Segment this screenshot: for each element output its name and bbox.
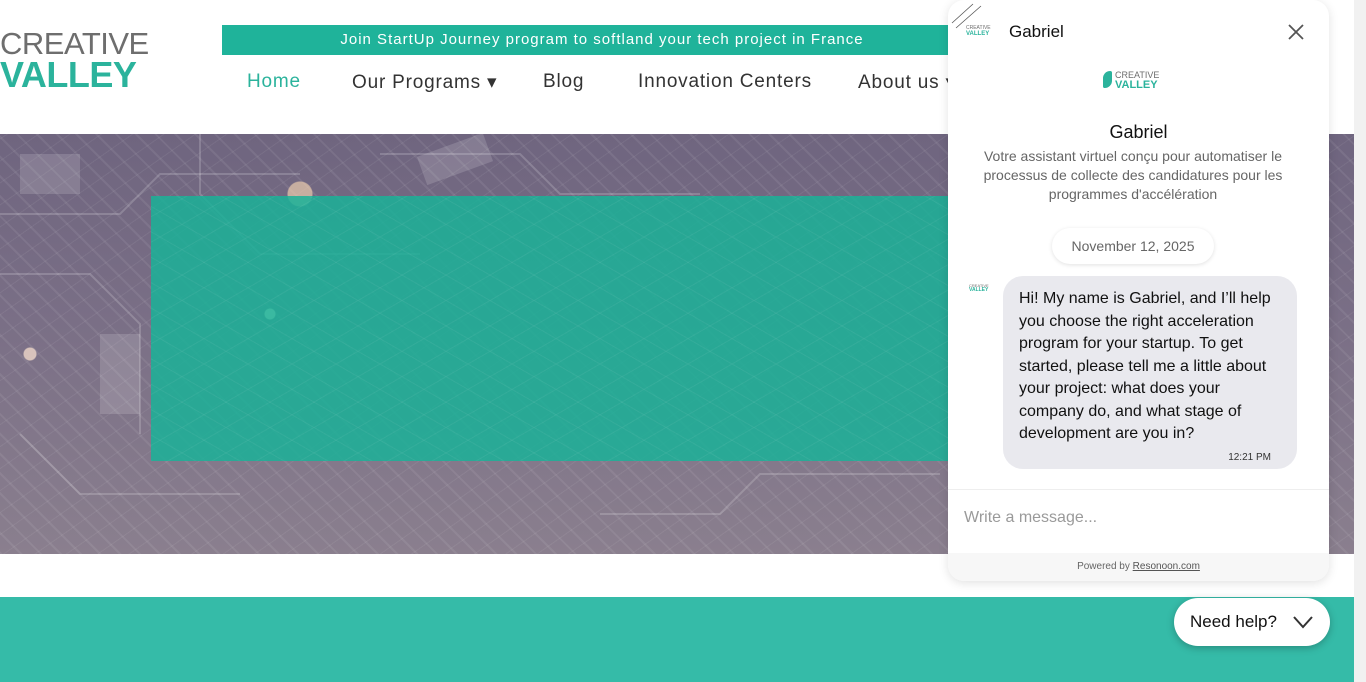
bot-message-bubble: Hi! My name is Gabriel, and I’ll help yo… xyxy=(1003,276,1297,469)
nav-item-blog[interactable]: Blog xyxy=(543,71,584,93)
leaf-icon xyxy=(1103,71,1112,88)
teal-section xyxy=(0,597,1354,682)
powered-by-prefix: Powered by xyxy=(1077,561,1133,572)
close-icon[interactable] xyxy=(1286,22,1306,42)
nav-item-innovation-centers[interactable]: Innovation Centers xyxy=(638,71,812,93)
resonoon-link[interactable]: Resonoon.com xyxy=(1133,561,1200,572)
need-help-label: Need help? xyxy=(1190,612,1277,631)
input-divider xyxy=(948,489,1329,490)
powered-by-footer: Powered by Resonoon.com xyxy=(948,553,1329,581)
chat-brand-logo: CREATIVE VALLEY xyxy=(1103,70,1173,92)
page-scrollbar[interactable] xyxy=(1354,0,1366,682)
bot-avatar: CREATIVE VALLEY xyxy=(969,283,989,293)
chat-widget: CREATIVE VALLEY Gabriel CREATIVE VALLEY … xyxy=(948,0,1329,581)
nav-item-our-programs[interactable]: Our Programs ▾ xyxy=(352,71,497,94)
nav-item-home[interactable]: Home xyxy=(247,71,301,93)
hero-overlay-panel xyxy=(151,196,961,461)
chevron-down-icon xyxy=(1293,616,1313,629)
chat-header-logo: CREATIVE VALLEY xyxy=(966,25,991,38)
promo-banner[interactable]: Join StartUp Journey program to softland… xyxy=(222,25,982,55)
chat-header: CREATIVE VALLEY Gabriel xyxy=(948,0,1329,64)
chat-header-name: Gabriel xyxy=(1009,22,1064,41)
nav-item-about-us[interactable]: About us ▾ xyxy=(858,71,956,94)
bot-title: Gabriel xyxy=(1109,122,1168,142)
message-input[interactable] xyxy=(964,500,1313,536)
date-separator: November 12, 2025 xyxy=(1052,228,1214,264)
bot-description: Votre assistant virtuel conçu pour autom… xyxy=(983,148,1283,202)
message-timestamp: 12:21 PM xyxy=(1228,452,1271,463)
need-help-button[interactable]: Need help? xyxy=(1174,598,1330,646)
bot-message-text: Hi! My name is Gabriel, and I’ll help yo… xyxy=(1019,290,1271,442)
main-nav: Home Our Programs ▾ Blog Innovation Cent… xyxy=(0,71,960,95)
page: CREATIVE VALLEY Join StartUp Journey pro… xyxy=(0,0,1366,682)
